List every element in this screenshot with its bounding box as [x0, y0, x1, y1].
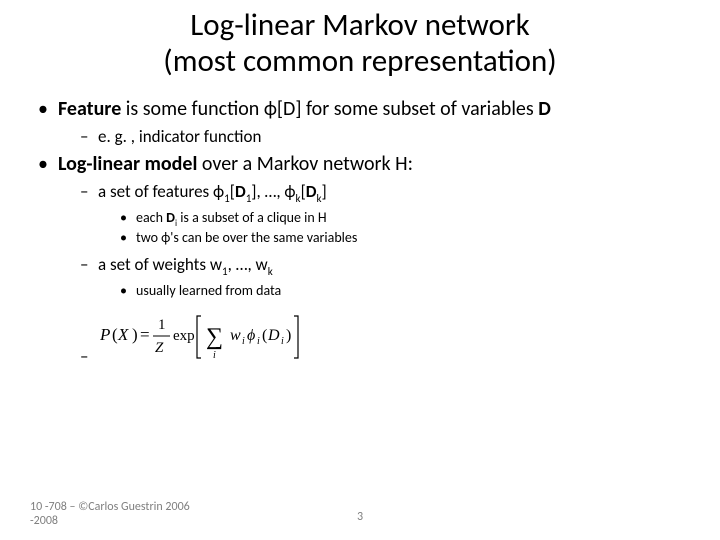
- svg-text:): ): [132, 325, 138, 344]
- text: ], …, ϕ: [251, 181, 295, 202]
- title-line-1: Log-linear Markov network: [190, 6, 530, 44]
- dash-icon: –: [80, 254, 98, 275]
- text: D: [306, 181, 317, 202]
- bullet-icon: •: [120, 209, 136, 227]
- text: is a subset of a clique in H: [177, 209, 327, 226]
- svg-text:i: i: [242, 336, 245, 347]
- text: e. g. , indicator function: [98, 126, 261, 147]
- title-line-2: (most common representation): [163, 42, 556, 80]
- svg-text:exp: exp: [173, 328, 195, 344]
- bullet-learned-from-data: • usually learned from data: [120, 282, 690, 300]
- text: Feature: [58, 97, 121, 121]
- dash-icon: –: [80, 126, 98, 147]
- slide-footer: 10 -708 – ©Carlos Guestrin 2006 -2008 3: [30, 500, 690, 528]
- svg-text:(: (: [262, 327, 267, 344]
- text: over a Markov network H:: [197, 152, 413, 176]
- bullet-weights: – a set of weights w1, …, wk: [80, 254, 690, 278]
- svg-text:ϕ: ϕ: [247, 327, 255, 344]
- svg-text:i: i: [257, 336, 260, 347]
- dash-icon: –: [80, 181, 98, 202]
- text: -2008: [30, 514, 58, 528]
- bullet-formula: – P ( X ) = 1: [80, 306, 690, 367]
- text: is some function ϕ[D] for some subset of…: [121, 97, 538, 121]
- text: usually learned from data: [136, 282, 281, 300]
- slide-title: Log-linear Markov network (most common r…: [30, 8, 690, 79]
- text: D: [235, 181, 246, 202]
- formula-image: P ( X ) = 1 Z exp: [100, 310, 320, 367]
- dash-icon: –: [80, 346, 98, 367]
- content-list: • Feature is some function ϕ[D] for some…: [30, 97, 690, 367]
- text: D: [538, 97, 551, 121]
- bullet-clique-subset: • each Di is a subset of a clique in H: [120, 209, 690, 230]
- svg-text:i: i: [281, 336, 284, 347]
- page-number: 3: [357, 510, 363, 524]
- svg-text:∑: ∑: [206, 324, 223, 350]
- text: two ϕ's can be over the same variables: [136, 229, 357, 247]
- svg-text:P: P: [100, 325, 110, 344]
- svg-text:w: w: [230, 327, 241, 344]
- bullet-features-set: – a set of features ϕ1[D1], …, ϕk[Dk]: [80, 181, 690, 205]
- svg-text:X: X: [117, 325, 129, 344]
- text: , …, w: [228, 254, 268, 275]
- bullet-indicator: – e. g. , indicator function: [80, 126, 690, 147]
- text: D: [166, 209, 175, 226]
- bullet-icon: •: [38, 152, 58, 177]
- svg-text:=: =: [140, 325, 150, 344]
- svg-text:i: i: [213, 350, 216, 361]
- svg-text:D: D: [267, 327, 280, 344]
- svg-text:Z: Z: [155, 340, 164, 356]
- bullet-icon: •: [120, 229, 136, 247]
- text: Log-linear model: [58, 152, 197, 176]
- text: a set of weights w: [98, 254, 222, 275]
- bullet-same-vars: • two ϕ's can be over the same variables: [120, 229, 690, 247]
- text: each: [136, 209, 166, 226]
- text: 10 -708 – ©Carlos Guestrin 2006: [30, 500, 190, 514]
- svg-text:): ): [286, 327, 291, 344]
- text: ]: [322, 181, 327, 202]
- text: a set of features ϕ: [98, 181, 224, 202]
- bullet-icon: •: [120, 282, 136, 300]
- svg-text:1: 1: [158, 317, 166, 333]
- bullet-feature: • Feature is some function ϕ[D] for some…: [38, 97, 690, 122]
- bullet-loglinear: • Log-linear model over a Markov network…: [38, 152, 690, 177]
- bullet-icon: •: [38, 97, 58, 122]
